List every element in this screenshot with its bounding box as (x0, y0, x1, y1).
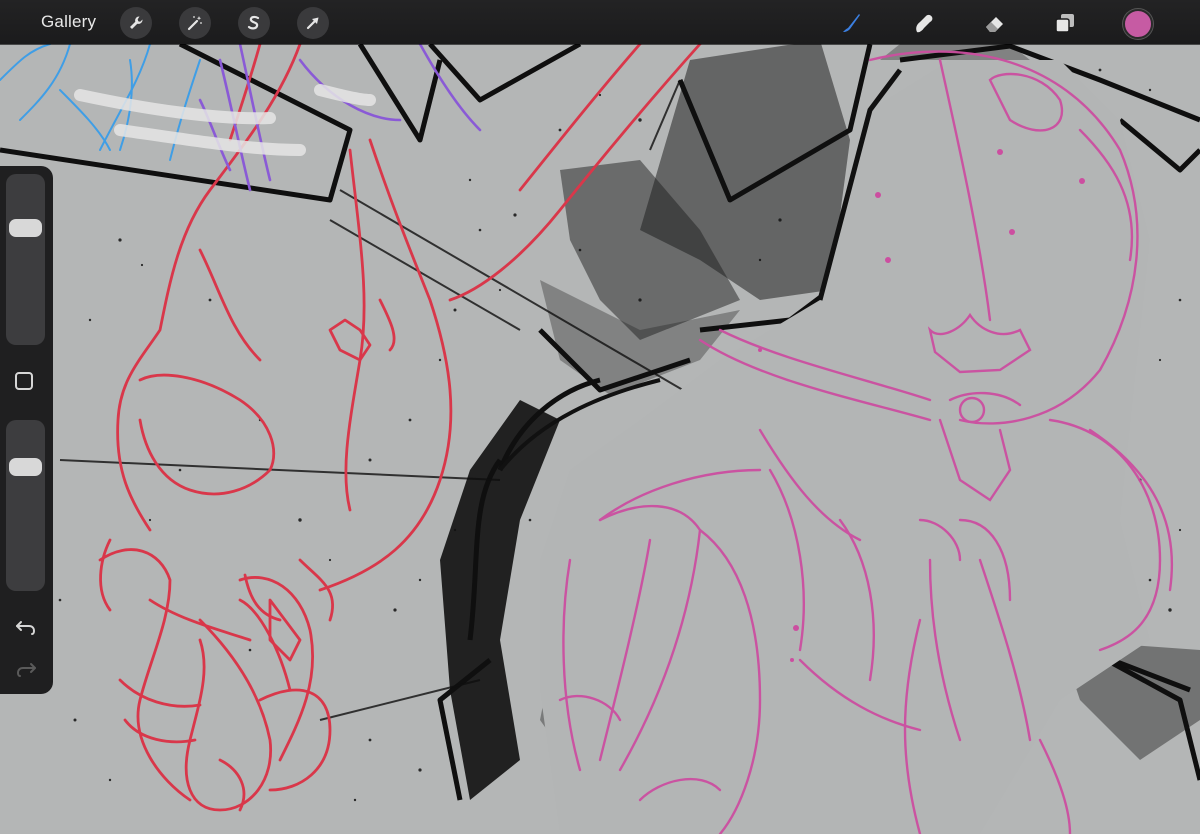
redo-icon[interactable] (14, 656, 38, 680)
eraser-icon (986, 17, 1003, 32)
selection-s-icon (247, 15, 260, 30)
transform-button[interactable] (297, 7, 329, 39)
top-toolbar: Gallery (0, 0, 1200, 44)
gallery-button[interactable]: Gallery (41, 12, 96, 32)
artwork (0, 0, 1200, 834)
eraser-tool-button[interactable] (980, 8, 1010, 38)
smudge-icon (916, 14, 933, 33)
left-sidebar (0, 166, 53, 694)
drawing-canvas[interactable] (0, 0, 1200, 834)
selection-button[interactable] (238, 7, 270, 39)
arrow-cursor-icon (306, 17, 319, 30)
wrench-icon (130, 16, 143, 29)
adjustments-button[interactable] (179, 7, 211, 39)
actions-button[interactable] (120, 7, 152, 39)
brush-tool-button[interactable] (836, 8, 866, 38)
opacity-knob[interactable] (9, 457, 42, 476)
brush-size-slider[interactable] (6, 174, 45, 345)
magic-wand-icon (187, 16, 202, 31)
smudge-tool-button[interactable] (909, 8, 939, 38)
brush-size-knob[interactable] (9, 219, 42, 238)
layers-button[interactable] (1050, 8, 1080, 38)
undo-icon[interactable] (14, 614, 38, 638)
layers-icon (1055, 14, 1074, 33)
brush-icon (843, 14, 860, 32)
color-picker-button[interactable] (1123, 9, 1153, 39)
opacity-slider[interactable] (6, 420, 45, 591)
modify-square-icon[interactable] (15, 372, 33, 390)
